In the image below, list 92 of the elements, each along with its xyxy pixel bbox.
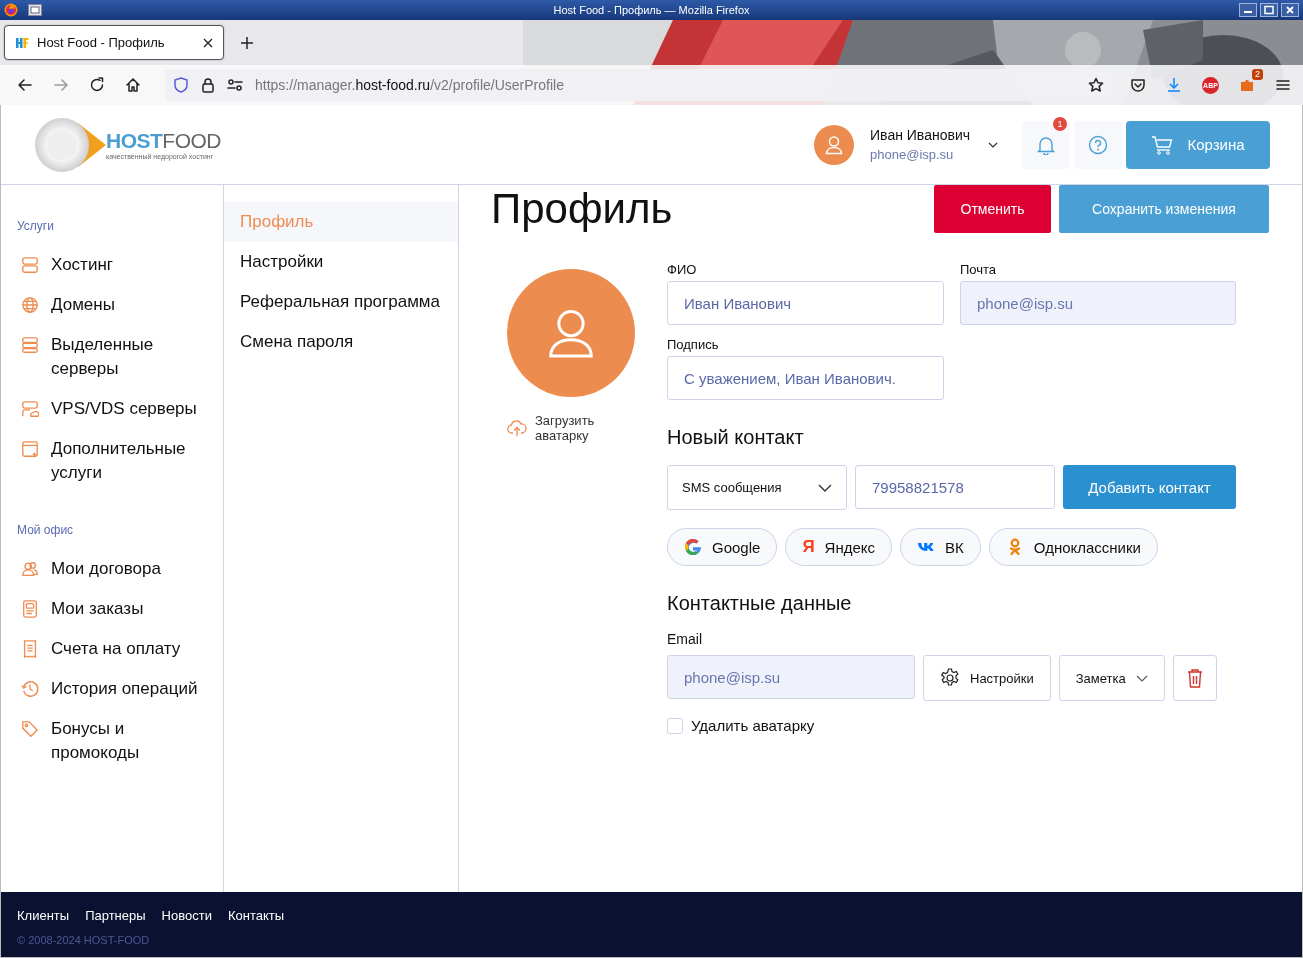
server-icon (21, 336, 39, 354)
phone-field[interactable]: 79958821578 (855, 465, 1055, 509)
upload-link[interactable]: Загрузить аватарку (507, 413, 617, 443)
cart-icon (1151, 134, 1174, 155)
chevron-down-icon (1135, 674, 1148, 682)
receipt-icon (21, 640, 39, 658)
footer-link[interactable]: Клиенты (17, 908, 70, 923)
badge: 2 (1252, 69, 1263, 80)
page-title: Профиль (491, 185, 673, 233)
field-label: Email (667, 631, 703, 647)
sidebar-item[interactable]: Счета на оплату (17, 637, 223, 661)
close-icon[interactable] (203, 37, 213, 48)
cancel-button[interactable]: Отменить (934, 185, 1051, 233)
checkbox-label: Удалить аватарку (691, 717, 815, 734)
social-login-button[interactable]: Я Яндекс (785, 528, 893, 566)
nav-link[interactable]: Реферальная программа (224, 282, 458, 322)
footer-link[interactable]: Новости (161, 908, 212, 923)
document-icon (21, 600, 39, 618)
field-label: Почта (960, 262, 998, 277)
favicon-icon (15, 35, 29, 50)
window-icon (21, 440, 39, 458)
window-title: Host Food - Профиль — Mozilla Firefox (552, 4, 751, 16)
firefox-icon[interactable] (4, 3, 18, 17)
sidebar-item[interactable]: Бонусы и промокоды (17, 717, 223, 765)
sidebar-item[interactable]: История операций (17, 677, 223, 701)
input-field[interactable]: Иван Иванович (667, 281, 944, 325)
chevron-down-icon (818, 483, 832, 492)
footer-link[interactable]: Контакты (227, 908, 285, 923)
minimize-icon[interactable] (1239, 3, 1257, 17)
section-title: Новый контакт (667, 426, 805, 449)
reload-icon[interactable] (89, 77, 105, 93)
section-heading: Услуги (17, 219, 55, 233)
google-icon (684, 538, 702, 556)
back-icon[interactable] (17, 77, 33, 93)
field-label: ФИО (667, 262, 698, 277)
cloud-upload-icon (507, 419, 527, 437)
address-bar[interactable]: https://manager.host-food.ru/v2/profile/UserProfile (165, 69, 1112, 101)
chevron-down-icon (988, 141, 998, 148)
history-icon (21, 680, 39, 698)
checkbox[interactable] (667, 717, 683, 734)
extension-button[interactable]: 2 (1239, 69, 1263, 93)
notifications-button[interactable]: 1 (1022, 120, 1070, 169)
sidebar-item[interactable]: Хостинг (17, 253, 223, 277)
sidebar-item[interactable]: Домены (17, 293, 223, 317)
lock-icon[interactable] (201, 77, 215, 93)
field-label: Подпись (667, 337, 720, 352)
sidebar-item[interactable]: Мои договора (17, 557, 223, 581)
home-icon[interactable] (125, 77, 141, 93)
sidebar-item[interactable]: Выделенные серверы (17, 333, 223, 381)
users-icon (21, 560, 39, 578)
download-icon[interactable] (1166, 77, 1182, 93)
yandex-icon: Я (802, 537, 815, 557)
pocket-icon[interactable] (1130, 77, 1146, 93)
maximize-icon[interactable] (1260, 3, 1278, 17)
menu-icon[interactable] (1275, 77, 1291, 93)
window-menu-icon[interactable] (28, 4, 42, 16)
trash-icon (1185, 668, 1204, 688)
social-login-button[interactable]: Google (667, 528, 778, 566)
footer-link[interactable]: Партнеры (85, 908, 146, 923)
copyright: © 2008-2024 HOST-FOOD (17, 934, 151, 946)
user-icon (824, 134, 845, 155)
permissions-icon[interactable] (227, 78, 243, 92)
help-icon (1088, 134, 1108, 155)
bell-icon (1037, 134, 1055, 155)
browser-tab[interactable]: Host Food - Профиль (4, 25, 224, 60)
social-login-button[interactable]: ВК (900, 528, 981, 566)
delete-button[interactable] (1172, 655, 1217, 701)
server-icon (21, 256, 39, 274)
settings-icon (940, 668, 960, 688)
sidebar-item[interactable]: Дополнительные услуги (17, 437, 223, 485)
bookmark-star-icon[interactable] (1088, 77, 1104, 93)
globe-icon (21, 296, 39, 314)
add-contact-button[interactable]: Добавить контакт (1063, 465, 1236, 509)
shield-icon[interactable] (173, 77, 189, 93)
sidebar-item[interactable]: VPS/VDS серверы (17, 397, 223, 421)
tag-icon (21, 720, 39, 738)
puzzle-icon (1239, 77, 1255, 93)
forward-icon[interactable] (53, 77, 69, 93)
nav-link[interactable]: Настройки (224, 242, 458, 282)
social-login-button[interactable]: Одноклассники (988, 528, 1158, 566)
input-field[interactable]: С уважением, Иван Иванович. (667, 356, 944, 400)
sidebar-item[interactable]: Мои заказы (17, 597, 223, 621)
section-heading: Мой офис (17, 523, 75, 537)
user-menu[interactable]: Иван Иванович phone@isp.su (814, 124, 998, 165)
notification-badge: 1 (1053, 116, 1067, 131)
nav-link[interactable]: Смена пароля (224, 322, 458, 362)
new-tab-icon[interactable] (240, 35, 254, 50)
contact-type-select[interactable]: SMS сообщения (667, 465, 847, 510)
url-text: https://manager.host-food.ru/v2/profile/UserProfile (255, 77, 564, 93)
close-icon[interactable] (1281, 3, 1299, 17)
cloud-server-icon (21, 400, 39, 418)
section-title: Контактные данные (667, 592, 853, 615)
